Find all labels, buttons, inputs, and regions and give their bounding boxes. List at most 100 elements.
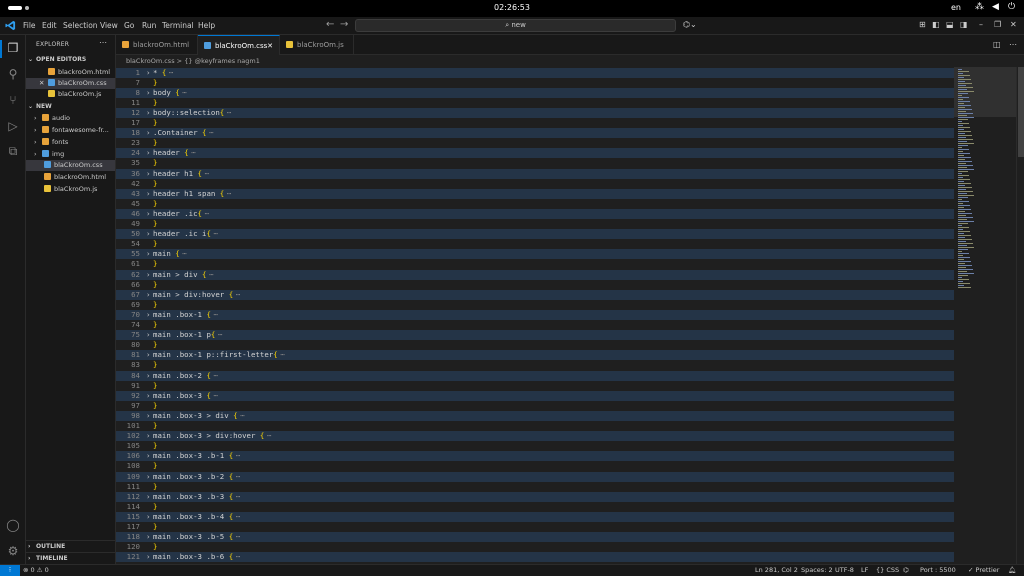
toggle-panel-icon[interactable]: ⬓: [946, 20, 954, 29]
menu-go[interactable]: Go: [124, 21, 134, 30]
code-line[interactable]: 46 › header .ic{⋯: [116, 208, 954, 219]
fold-chevron-icon[interactable]: ›: [146, 128, 150, 138]
end-of-line[interactable]: LF: [861, 565, 868, 576]
fold-chevron-icon[interactable]: ›: [146, 552, 150, 562]
fold-chevron-icon[interactable]: ›: [146, 451, 150, 461]
open-editors-header[interactable]: ⌄ OPEN EDITORS: [28, 56, 86, 63]
search-view-icon[interactable]: ⚲: [4, 66, 22, 82]
menu-help[interactable]: Help: [198, 21, 215, 30]
breadcrumb-symbol[interactable]: @keyframes nagm1: [195, 57, 260, 65]
code-line[interactable]: 121 › main .box-3 .b-6 {⋯: [116, 552, 954, 563]
folder-header[interactable]: ⌄ NEW: [28, 103, 52, 110]
scrollbar-thumb[interactable]: [1018, 67, 1024, 157]
code-line[interactable]: 102 › main .box-3 > div:hover {⋯: [116, 431, 954, 442]
code-line[interactable]: 91}: [116, 381, 954, 391]
fold-chevron-icon[interactable]: ›: [146, 350, 150, 360]
folded-ellipsis-icon[interactable]: ⋯: [267, 431, 271, 441]
forward-arrow-icon[interactable]: →: [340, 19, 348, 30]
code-line[interactable]: 111}: [116, 482, 954, 492]
code-line[interactable]: 105}: [116, 441, 954, 451]
code-line[interactable]: 24 › header {⋯: [116, 148, 954, 159]
folded-ellipsis-icon[interactable]: ⋯: [214, 310, 218, 320]
fold-chevron-icon[interactable]: ›: [146, 472, 150, 482]
folded-ellipsis-icon[interactable]: ⋯: [182, 249, 186, 259]
code-line[interactable]: 17}: [116, 118, 954, 128]
fold-chevron-icon[interactable]: ›: [146, 88, 150, 98]
folded-ellipsis-icon[interactable]: ⋯: [214, 229, 218, 239]
code-line[interactable]: 92 › main .box-3 {⋯: [116, 390, 954, 401]
explorer-icon[interactable]: ❐: [4, 40, 22, 56]
code-line[interactable]: 120}: [116, 542, 954, 552]
folded-ellipsis-icon[interactable]: ⋯: [236, 492, 240, 502]
problems-indicator[interactable]: ⊗ 0 ⚠ 0: [23, 565, 49, 576]
fold-chevron-icon[interactable]: ›: [146, 371, 150, 381]
menu-file[interactable]: File: [23, 21, 36, 30]
fold-chevron-icon[interactable]: ›: [146, 330, 150, 340]
code-line[interactable]: 75 › main .box-1 p{⋯: [116, 330, 954, 341]
code-line[interactable]: 67 › main > div:hover {⋯: [116, 289, 954, 300]
code-line[interactable]: 42}: [116, 179, 954, 189]
code-line[interactable]: 69}: [116, 300, 954, 310]
folded-ellipsis-icon[interactable]: ⋯: [236, 552, 240, 562]
close-window-icon[interactable]: ✕: [1010, 20, 1017, 29]
folded-ellipsis-icon[interactable]: ⋯: [227, 189, 231, 199]
code-line[interactable]: 114}: [116, 502, 954, 512]
code-line[interactable]: 109 › main .box-3 .b-2 {⋯: [116, 471, 954, 482]
editor-scrollbar[interactable]: [1016, 67, 1024, 564]
open-editor-item[interactable]: ✕ blaCkroOm.css: [26, 78, 115, 89]
copilot-icon[interactable]: ⌬⌄: [683, 20, 697, 29]
fold-chevron-icon[interactable]: ›: [146, 270, 150, 280]
code-line[interactable]: 101}: [116, 421, 954, 431]
language-mode[interactable]: {} CSS: [876, 565, 899, 576]
back-arrow-icon[interactable]: ←: [326, 19, 334, 30]
code-line[interactable]: 118 › main .box-3 .b-5 {⋯: [116, 532, 954, 543]
code-line[interactable]: 61}: [116, 259, 954, 269]
folded-ellipsis-icon[interactable]: ⋯: [281, 350, 285, 360]
network-icon[interactable]: ⁂: [975, 2, 984, 12]
code-line[interactable]: 62 › main > div {⋯: [116, 269, 954, 280]
code-line[interactable]: 43 › header h1 span {⋯: [116, 188, 954, 199]
code-line[interactable]: 70 › main .box-1 {⋯: [116, 309, 954, 320]
code-line[interactable]: 66}: [116, 280, 954, 290]
code-line[interactable]: 112 › main .box-3 .b-3 {⋯: [116, 491, 954, 502]
code-line[interactable]: 8 › body {⋯: [116, 87, 954, 98]
customize-layout-icon[interactable]: ⊞: [919, 20, 926, 29]
run-debug-icon[interactable]: ▷: [4, 118, 22, 134]
menu-selection[interactable]: Selection: [63, 21, 98, 30]
code-line[interactable]: 45}: [116, 199, 954, 209]
toggle-secondary-sidebar-icon[interactable]: ◨: [960, 20, 968, 29]
fold-chevron-icon[interactable]: ›: [146, 148, 150, 158]
code-line[interactable]: 1 › * {⋯: [116, 67, 954, 78]
menu-view[interactable]: View: [100, 21, 118, 30]
code-line[interactable]: 7}: [116, 78, 954, 88]
restore-icon[interactable]: ❐: [994, 20, 1001, 29]
system-clock[interactable]: 02:26:53: [0, 3, 1024, 12]
fold-chevron-icon[interactable]: ›: [146, 189, 150, 199]
timeline-header[interactable]: › TIMELINE: [28, 555, 68, 562]
code-line[interactable]: 74}: [116, 320, 954, 330]
folded-ellipsis-icon[interactable]: ⋯: [236, 472, 240, 482]
open-editor-item[interactable]: blaCkroOm.js: [26, 89, 115, 100]
tree-file-css[interactable]: blaCkroOm.css: [26, 160, 115, 171]
tree-file-js[interactable]: blaCkroOm.js: [26, 184, 115, 195]
folded-ellipsis-icon[interactable]: ⋯: [227, 108, 231, 118]
open-editor-item[interactable]: blackroOm.html: [26, 67, 115, 78]
code-line[interactable]: 84 › main .box-2 {⋯: [116, 370, 954, 381]
code-line[interactable]: 106 › main .box-3 .b-1 {⋯: [116, 451, 954, 462]
code-line[interactable]: 115 › main .box-3 .b-4 {⋯: [116, 511, 954, 522]
manage-gear-icon[interactable]: ⚙: [4, 543, 22, 559]
minimap[interactable]: [954, 67, 1016, 564]
close-tab-icon[interactable]: ✕: [267, 36, 273, 56]
remote-indicator-icon[interactable]: ⁝: [0, 565, 20, 576]
cursor-position[interactable]: Ln 281, Col 2: [755, 565, 798, 576]
tab-css[interactable]: blaCkroOm.css ✕: [198, 35, 280, 55]
code-line[interactable]: 11}: [116, 98, 954, 108]
code-line[interactable]: 18 › .Container {⋯: [116, 128, 954, 139]
close-editor-icon[interactable]: ✕: [39, 78, 44, 89]
code-line[interactable]: 97}: [116, 401, 954, 411]
folded-ellipsis-icon[interactable]: ⋯: [205, 169, 209, 179]
fold-chevron-icon[interactable]: ›: [146, 532, 150, 542]
code-line[interactable]: 23}: [116, 138, 954, 148]
fold-chevron-icon[interactable]: ›: [146, 492, 150, 502]
code-line[interactable]: 50 › header .ic i{⋯: [116, 229, 954, 240]
